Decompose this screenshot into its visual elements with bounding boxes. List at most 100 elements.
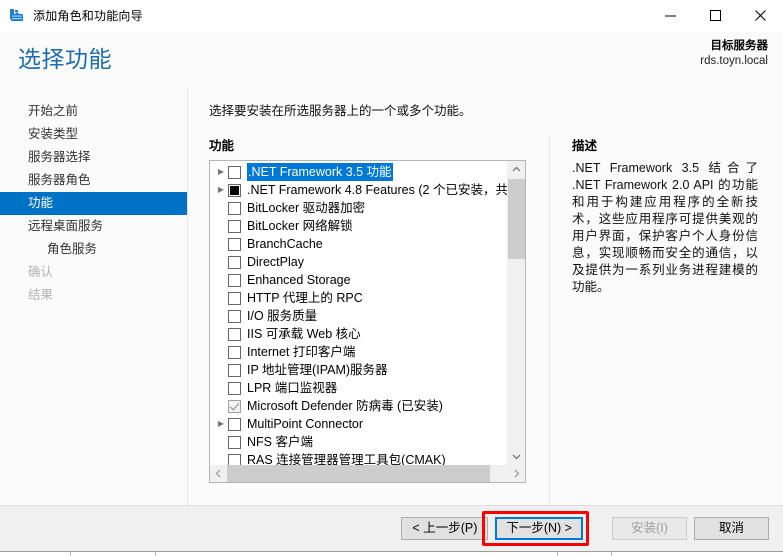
features-label: 功能 <box>209 139 235 153</box>
feature-checkbox[interactable] <box>228 381 241 395</box>
horizontal-scroll-track[interactable] <box>490 465 508 482</box>
wizard-content: 选择要安装在所选服务器上的一个或多个功能。 功能 ▶ .NET Framework… <box>188 88 783 505</box>
desktop-edge-strip <box>0 551 783 556</box>
scroll-right-icon[interactable] <box>508 465 525 482</box>
scroll-left-icon[interactable] <box>210 465 227 482</box>
target-server-label: 目标服务器 <box>710 40 769 52</box>
feature-checkbox[interactable] <box>228 453 241 465</box>
feature-label: Microsoft Defender 防病毒 (已安装) <box>247 399 443 413</box>
page-header: 选择功能 目标服务器 rds.toyn.local <box>0 32 783 88</box>
expand-placeholder: ▶ <box>214 433 228 451</box>
expand-chevron-icon[interactable]: ▶ <box>214 163 228 181</box>
close-button[interactable] <box>738 0 783 31</box>
feature-row[interactable]: ▶ MultiPoint Connector <box>210 415 508 433</box>
features-horizontal-scrollbar[interactable] <box>210 465 525 482</box>
feature-checkbox[interactable] <box>228 291 241 305</box>
expand-placeholder: ▶ <box>214 397 228 415</box>
sidebar-item[interactable]: 功能 <box>0 192 187 215</box>
feature-checkbox[interactable] <box>228 237 241 251</box>
feature-row[interactable]: ▶ HTTP 代理上的 RPC <box>210 289 508 307</box>
edge-tick <box>611 552 612 556</box>
sidebar-item[interactable]: 开始之前 <box>0 100 187 123</box>
wizard-steps-sidebar: 开始之前 安装类型 服务器选择 服务器角色 功能 远程桌面服务 角色服务 确认 结果 <box>0 88 188 505</box>
vertical-scroll-thumb[interactable] <box>508 179 525 259</box>
feature-row[interactable]: ▶ NFS 客户端 <box>210 433 508 451</box>
expand-chevron-icon[interactable]: ▶ <box>214 181 228 199</box>
feature-checkbox[interactable] <box>228 165 241 179</box>
feature-label: I/O 服务质量 <box>247 309 318 323</box>
feature-row[interactable]: ▶ LPR 端口监视器 <box>210 379 508 397</box>
feature-row[interactable]: ▶ RAS 连接管理器管理工具包(CMAK) <box>210 451 508 465</box>
expand-placeholder: ▶ <box>214 379 228 397</box>
install-button: 安装(I) <box>612 517 687 540</box>
feature-row[interactable]: ▶ Microsoft Defender 防病毒 (已安装) <box>210 397 508 415</box>
previous-button[interactable]: < 上一步(P) <box>401 517 489 540</box>
feature-label: LPR 端口监视器 <box>247 381 338 395</box>
expand-placeholder: ▶ <box>214 361 228 379</box>
expand-placeholder: ▶ <box>214 199 228 217</box>
feature-checkbox[interactable] <box>228 345 241 359</box>
feature-row[interactable]: ▶ BitLocker 驱动器加密 <box>210 199 508 217</box>
feature-checkbox[interactable] <box>228 327 241 341</box>
feature-row[interactable]: ▶ Internet 打印客户端 <box>210 343 508 361</box>
feature-checkbox[interactable] <box>228 363 241 377</box>
next-button-wrapper: 下一步(N) > <box>482 511 589 546</box>
sidebar-item[interactable]: 服务器选择 <box>0 146 187 169</box>
features-listbox[interactable]: ▶ .NET Framework 3.5 功能 ▶ .NET Framework 4.… <box>209 160 526 483</box>
scroll-down-icon[interactable] <box>508 448 525 465</box>
description-column: 描述 .NET Framework 3.5 结合了 .NET Framework… <box>549 135 783 505</box>
sidebar-item[interactable]: 服务器角色 <box>0 169 187 192</box>
feature-row[interactable]: ▶ DirectPlay <box>210 253 508 271</box>
horizontal-scroll-thumb[interactable] <box>227 465 490 482</box>
sidebar-item: 确认 <box>28 265 54 279</box>
feature-checkbox[interactable] <box>228 219 241 233</box>
feature-row[interactable]: ▶ Enhanced Storage <box>210 271 508 289</box>
features-vertical-scrollbar[interactable] <box>507 161 525 465</box>
expand-chevron-icon[interactable]: ▶ <box>214 415 228 433</box>
feature-checkbox[interactable] <box>228 435 241 449</box>
expand-placeholder: ▶ <box>214 451 228 465</box>
scroll-up-icon[interactable] <box>508 161 525 178</box>
expand-placeholder: ▶ <box>214 307 228 325</box>
server-manager-icon <box>9 8 25 24</box>
sidebar-item[interactable]: 角色服务 <box>0 238 187 261</box>
feature-row[interactable]: ▶ IP 地址管理(IPAM)服务器 <box>210 361 508 379</box>
edge-tick <box>70 552 71 556</box>
sidebar-item[interactable]: 安装类型 <box>0 123 187 146</box>
feature-checkbox[interactable] <box>228 201 241 215</box>
feature-label: DirectPlay <box>247 255 304 269</box>
expand-placeholder: ▶ <box>214 217 228 235</box>
feature-row[interactable]: ▶ I/O 服务质量 <box>210 307 508 325</box>
feature-checkbox[interactable] <box>228 309 241 323</box>
cancel-button[interactable]: 取消 <box>694 517 769 540</box>
feature-label: Enhanced Storage <box>247 273 351 287</box>
feature-row[interactable]: ▶ IIS 可承载 Web 核心 <box>210 325 508 343</box>
feature-row[interactable]: ▶ .NET Framework 3.5 功能 <box>210 163 508 181</box>
minimize-button[interactable] <box>648 0 693 31</box>
maximize-button[interactable] <box>693 0 738 31</box>
expand-placeholder: ▶ <box>214 253 228 271</box>
feature-checkbox <box>228 399 241 413</box>
feature-label: BitLocker 驱动器加密 <box>247 201 366 215</box>
feature-checkbox[interactable] <box>228 417 241 431</box>
feature-row[interactable]: ▶ BitLocker 网络解锁 <box>210 217 508 235</box>
edge-tick <box>155 552 156 556</box>
expand-placeholder: ▶ <box>214 271 228 289</box>
feature-label: .NET Framework 4.8 Features (2 个已安装，共 7 <box>247 183 508 197</box>
next-button[interactable]: 下一步(N) > <box>495 517 583 540</box>
feature-checkbox[interactable] <box>228 255 241 269</box>
feature-label: NFS 客户端 <box>247 435 313 449</box>
feature-checkbox[interactable] <box>228 273 241 287</box>
feature-label: IP 地址管理(IPAM)服务器 <box>247 363 388 377</box>
title-bar: 添加角色和功能向导 <box>0 0 783 32</box>
window-controls <box>648 0 783 31</box>
feature-row[interactable]: ▶ BranchCache <box>210 235 508 253</box>
feature-label: BranchCache <box>247 237 323 251</box>
expand-placeholder: ▶ <box>214 325 228 343</box>
sidebar-item[interactable]: 远程桌面服务 <box>0 215 187 238</box>
description-label: 描述 <box>572 139 598 153</box>
feature-row[interactable]: ▶ .NET Framework 4.8 Features (2 个已安装，共 7 <box>210 181 508 199</box>
wizard-body: 开始之前 安装类型 服务器选择 服务器角色 功能 远程桌面服务 角色服务 确认 结果 选择要安装… <box>0 88 783 505</box>
feature-checkbox[interactable] <box>228 183 241 197</box>
instruction-text: 选择要安装在所选服务器上的一个或多个功能。 <box>209 104 472 118</box>
